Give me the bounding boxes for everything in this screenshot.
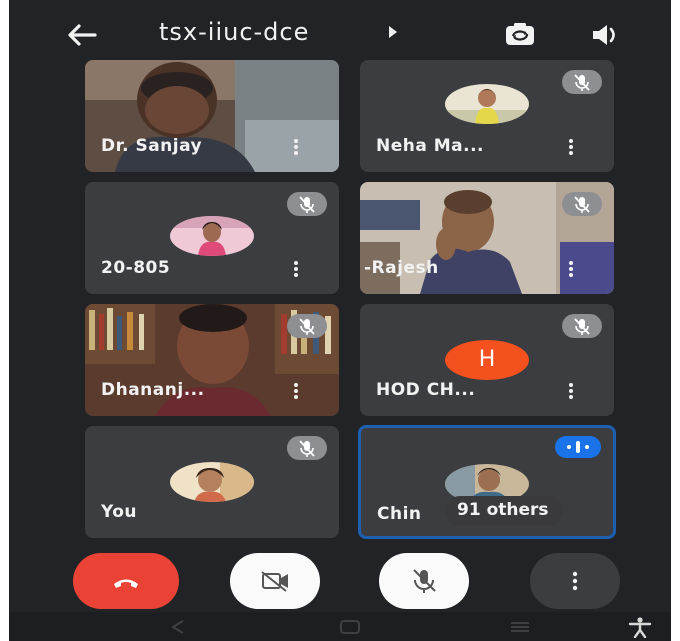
arrow-left-icon[interactable] [65,20,99,50]
mic-off-icon [562,314,602,338]
more-vertical-icon[interactable] [293,138,299,156]
camera-flip-icon[interactable] [503,20,537,50]
more-vertical-icon [572,571,578,591]
participant-tile-hod[interactable]: H HOD CH... [360,304,614,416]
system-nav-bar [9,612,671,641]
participant-tile-20-805[interactable]: 20-805 [85,182,339,294]
speaker-icon[interactable] [589,20,623,50]
participant-name: Dhananj... [101,380,205,400]
more-vertical-icon[interactable] [293,260,299,278]
avatar-initial: H [478,347,496,372]
mic-off-icon [287,192,327,216]
camera-toggle-button[interactable] [230,553,320,609]
more-vertical-icon[interactable] [293,382,299,400]
camera-off-icon [261,571,288,592]
accessibility-icon[interactable] [627,616,653,638]
participant-tile-others[interactable]: Chin 91 others [358,425,616,539]
participant-name: Chin [377,504,422,524]
more-vertical-icon[interactable] [568,382,574,400]
participant-name: Neha Ma... [376,136,485,156]
avatar [445,84,529,124]
participant-name: -Rajesh [364,258,439,278]
more-vertical-icon[interactable] [568,260,574,278]
avatar [170,462,254,502]
audio-level-icon [555,436,601,458]
mic-off-icon [562,192,602,216]
mic-off-icon [562,70,602,94]
participant-tile-dr-sanjay[interactable]: Dr. Sanjay [85,60,339,172]
more-vertical-icon[interactable] [568,138,574,156]
mic-off-icon [413,569,436,593]
mic-off-icon [287,436,327,460]
top-bar: tsx-iiuc-dce [9,0,671,68]
participant-tile-you[interactable]: You [85,426,339,538]
end-call-button[interactable] [73,553,179,609]
participant-name: Dr. Sanjay [101,136,203,156]
nav-back-icon[interactable] [169,620,189,634]
nav-home-icon[interactable] [339,619,361,635]
caret-right-icon[interactable] [389,26,397,38]
meeting-screen: tsx-iiuc-dce Dr. Sanjay Neha Ma... 20-80… [9,0,671,641]
phone-hangup-icon [114,579,138,588]
participant-name: 20-805 [101,258,171,278]
participant-tile-rajesh[interactable]: -Rajesh [360,182,614,294]
participant-tile-neha[interactable]: Neha Ma... [360,60,614,172]
participant-tile-dhananj[interactable]: Dhananj... [85,304,339,416]
more-options-button[interactable] [530,553,620,609]
avatar [170,216,254,256]
participant-name: You [101,502,138,522]
participant-name: HOD CH... [376,380,476,400]
mic-toggle-button[interactable] [379,553,469,609]
nav-recents-icon[interactable] [509,620,531,634]
letter-avatar: H [445,340,529,380]
mic-off-icon [287,314,327,338]
others-count-badge[interactable]: 91 others [445,496,563,526]
meeting-title[interactable]: tsx-iiuc-dce [159,18,309,46]
